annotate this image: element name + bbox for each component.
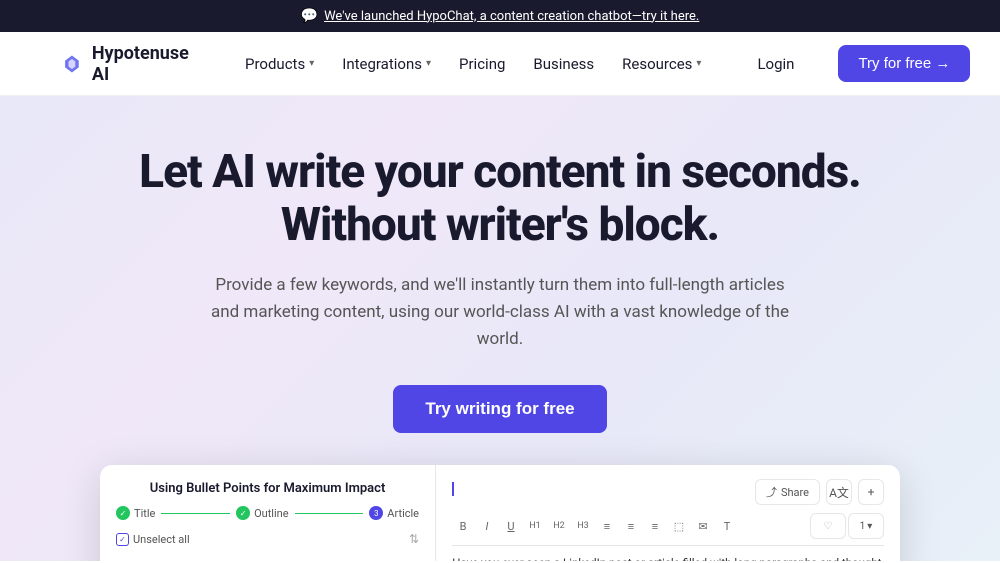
nav-resources[interactable]: Resources ▾ [610, 47, 713, 81]
hero-subtitle: Provide a few keywords, and we'll instan… [210, 272, 790, 354]
announcement-link[interactable]: We've launched HypoChat, a content creat… [324, 9, 699, 24]
nav-business[interactable]: Business [521, 47, 606, 81]
text-cursor [452, 482, 454, 496]
checkbox-icon: ✓ [116, 533, 129, 546]
editor-content[interactable]: Have you ever seen a LinkedIn post or ar… [452, 554, 884, 561]
text-style-button[interactable]: T [716, 515, 738, 537]
h1-button[interactable]: H1 [524, 515, 546, 537]
nav-login[interactable]: Login [745, 47, 806, 81]
editor-toolbar-format: B I U H1 H2 H3 ≡ ≡ ≡ ⬚ ✉ T ♡ 1 ▾ [452, 513, 884, 546]
bold-button[interactable]: B [452, 515, 474, 537]
share-button[interactable]: ⤴ Share [755, 479, 820, 505]
editor-toolbar-top: ⤴ Share A文 + [452, 479, 884, 505]
hero-title: Let AI write your content in seconds. Wi… [60, 146, 940, 252]
step-line [161, 513, 230, 514]
preview-card: Using Bullet Points for Maximum Impact ✓… [100, 465, 900, 561]
nav-pricing[interactable]: Pricing [447, 47, 517, 81]
logo[interactable]: Hypotenuse AI [60, 43, 193, 85]
plus-icon: + [868, 485, 875, 499]
step-title: ✓ Title [116, 506, 155, 520]
navbar: Hypotenuse AI Products ▾ Integrations ▾ … [0, 32, 1000, 96]
step-outline: ✓ Outline [236, 506, 289, 520]
progress-steps: ✓ Title ✓ Outline 3 Article [116, 506, 419, 520]
table-button[interactable]: ⬚ [668, 515, 690, 537]
indent-button[interactable]: ≡ [644, 515, 666, 537]
hero-section: Let AI write your content in seconds. Wi… [0, 96, 1000, 561]
nav-integrations[interactable]: Integrations ▾ [330, 47, 443, 81]
h3-button[interactable]: H3 [572, 515, 594, 537]
step-check-icon: ✓ [236, 506, 250, 520]
translate-icon: A文 [829, 484, 849, 501]
list-button[interactable]: ≡ [596, 515, 618, 537]
chevron-down-icon: ▾ [867, 521, 872, 532]
heart-icon: ♡ [824, 521, 833, 532]
image-button[interactable]: ✉ [692, 515, 714, 537]
step-article: 3 Article [369, 506, 419, 520]
nav-products[interactable]: Products ▾ [233, 47, 326, 81]
share-icon: ⤴ [766, 484, 777, 500]
nav-cta-button[interactable]: Try for free → [838, 45, 970, 82]
italic-button[interactable]: I [476, 515, 498, 537]
step-line [295, 513, 364, 514]
counter-button[interactable]: 1 ▾ [848, 513, 884, 539]
toolbar-right: ⤴ Share A文 + [755, 479, 884, 505]
nav-links: Products ▾ Integrations ▾ Pricing Busine… [233, 47, 713, 81]
logo-icon [60, 50, 84, 78]
unselect-all[interactable]: ✓ Unselect all [116, 533, 190, 546]
announcement-icon: 💬 [301, 8, 318, 24]
preview-left-panel: Using Bullet Points for Maximum Impact ✓… [100, 465, 436, 561]
ordered-list-button[interactable]: ≡ [620, 515, 642, 537]
h2-button[interactable]: H2 [548, 515, 570, 537]
step-num-icon: 3 [369, 506, 383, 520]
heart-button[interactable]: ♡ [810, 513, 846, 539]
checkbox-row: ✓ Unselect all ⇅ [116, 532, 419, 546]
cursor-line [452, 482, 456, 496]
chevron-down-icon: ▾ [309, 58, 314, 69]
hero-cta-button[interactable]: Try writing for free [393, 385, 606, 433]
chevron-down-icon: ▾ [696, 58, 701, 69]
preview-right-panel: ⤴ Share A文 + B I U H1 H2 H3 ≡ [436, 465, 900, 561]
underline-button[interactable]: U [500, 515, 522, 537]
article-title: Using Bullet Points for Maximum Impact [116, 481, 419, 496]
logo-text: Hypotenuse AI [92, 43, 193, 85]
step-check-icon: ✓ [116, 506, 130, 520]
announcement-bar: 💬 We've launched HypoChat, a content cre… [0, 0, 1000, 32]
translate-button[interactable]: A文 [826, 479, 852, 505]
add-button[interactable]: + [858, 479, 884, 505]
chevron-down-icon: ▾ [426, 58, 431, 69]
